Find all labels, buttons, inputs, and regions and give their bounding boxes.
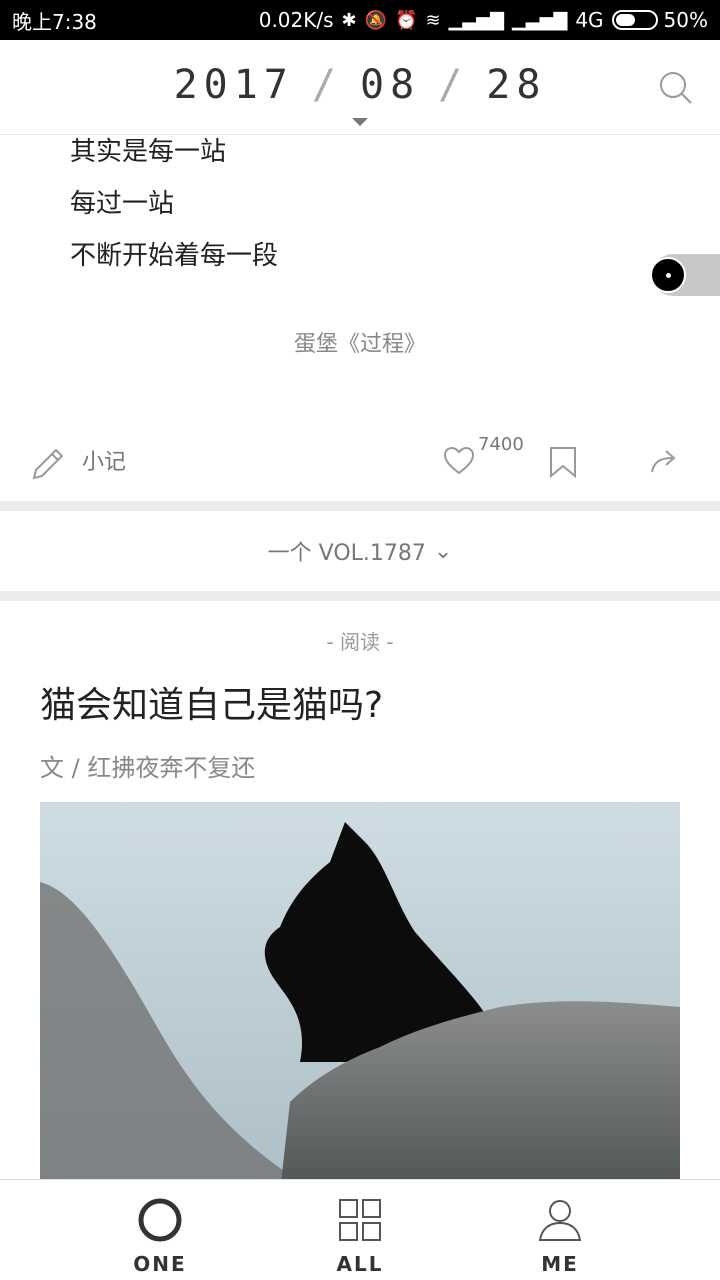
tab-label: ME — [541, 1252, 579, 1276]
volume-label: 一个 VOL.1787 — [267, 541, 426, 566]
section-label: - 阅读 - — [326, 630, 394, 654]
date-month: 08 — [359, 62, 421, 108]
search-icon — [660, 72, 692, 104]
content-feed[interactable]: 其实是每一站 每过一站 不断开始着每一段 蛋堡《过程》 小记 7400 一个 V… — [0, 136, 720, 1179]
date-separator: / — [311, 62, 342, 108]
black-cat-photo — [40, 802, 680, 1179]
battery-percent: 50% — [663, 8, 708, 32]
signal-icon: ▁▃▅▇ — [448, 9, 504, 31]
poem-source: 蛋堡《过程》 — [293, 332, 426, 357]
tab-all[interactable]: ALL — [300, 1196, 420, 1276]
heart-icon — [443, 446, 475, 475]
section-divider — [0, 591, 720, 601]
section-divider — [0, 501, 720, 511]
network-speed: 0.02K/s — [258, 8, 334, 32]
alarm-icon: ⏰ — [395, 9, 418, 31]
poem-line: 每过一站 — [70, 189, 175, 219]
date-separator: / — [438, 62, 469, 108]
wifi-icon: ≋ — [425, 9, 441, 31]
volume-selector[interactable]: 一个 VOL.1787 ⌄ — [0, 511, 720, 591]
circle-icon — [138, 1198, 182, 1242]
mute-icon: 🔕 — [364, 9, 388, 31]
share-button[interactable] — [648, 446, 680, 480]
article-title[interactable]: 猫会知道自己是猫吗? — [40, 676, 383, 728]
vinyl-disc-icon — [650, 257, 686, 293]
article-author: 文 / 红拂夜奔不复还 — [40, 754, 256, 782]
article-cover-image[interactable] — [40, 802, 680, 1179]
note-label: 小记 — [82, 450, 127, 475]
search-button[interactable] — [658, 70, 694, 106]
music-player-toggle[interactable] — [650, 254, 720, 296]
status-icons: 0.02K/s ✱ 🔕 ⏰ ≋ ▁▃▅▇ ▁▃▅▇ 4G 50% — [259, 8, 708, 32]
date-selector[interactable]: 2017 / 08 / 28 — [0, 62, 720, 108]
bookmark-icon — [550, 447, 576, 479]
status-bar: 晚上7:38 0.02K/s ✱ 🔕 ⏰ ≋ ▁▃▅▇ ▁▃▅▇ 4G 50% — [0, 0, 720, 40]
tab-label: ONE — [133, 1252, 187, 1276]
date-day: 28 — [486, 62, 547, 108]
tab-me[interactable]: ME — [500, 1196, 620, 1276]
share-arrow-icon — [651, 450, 676, 473]
tab-label: ALL — [336, 1252, 384, 1276]
poem-text: 其实是每一站 每过一站 不断开始着每一段 — [70, 136, 278, 282]
date-dropdown-caret-icon[interactable] — [352, 118, 368, 126]
battery-icon: 50% — [611, 8, 708, 32]
pencil-icon — [32, 448, 64, 480]
person-icon — [538, 1200, 582, 1241]
tab-one[interactable]: ONE — [100, 1196, 220, 1276]
grid-icon — [339, 1199, 381, 1241]
date-year: 2017 — [173, 62, 294, 108]
like-button[interactable] — [442, 446, 476, 480]
poem-line: 不断开始着每一段 — [70, 241, 279, 271]
bookmark-button[interactable] — [548, 446, 578, 482]
chevron-down-icon: ⌄ — [433, 538, 453, 564]
network-type: 4G — [575, 8, 604, 32]
bluetooth-icon: ✱ — [341, 9, 357, 31]
action-bar: 小记 7400 — [0, 434, 720, 494]
poem-line: 其实是每一站 — [70, 137, 227, 167]
signal-icon: ▁▃▅▇ — [511, 9, 568, 31]
date-header: 2017 / 08 / 28 — [0, 40, 720, 135]
bottom-tab-bar: ONE ALL ME — [0, 1179, 720, 1280]
note-button[interactable]: 小记 — [30, 440, 126, 480]
like-count: 7400 — [478, 434, 524, 455]
status-time: 晚上7:38 — [12, 9, 97, 34]
